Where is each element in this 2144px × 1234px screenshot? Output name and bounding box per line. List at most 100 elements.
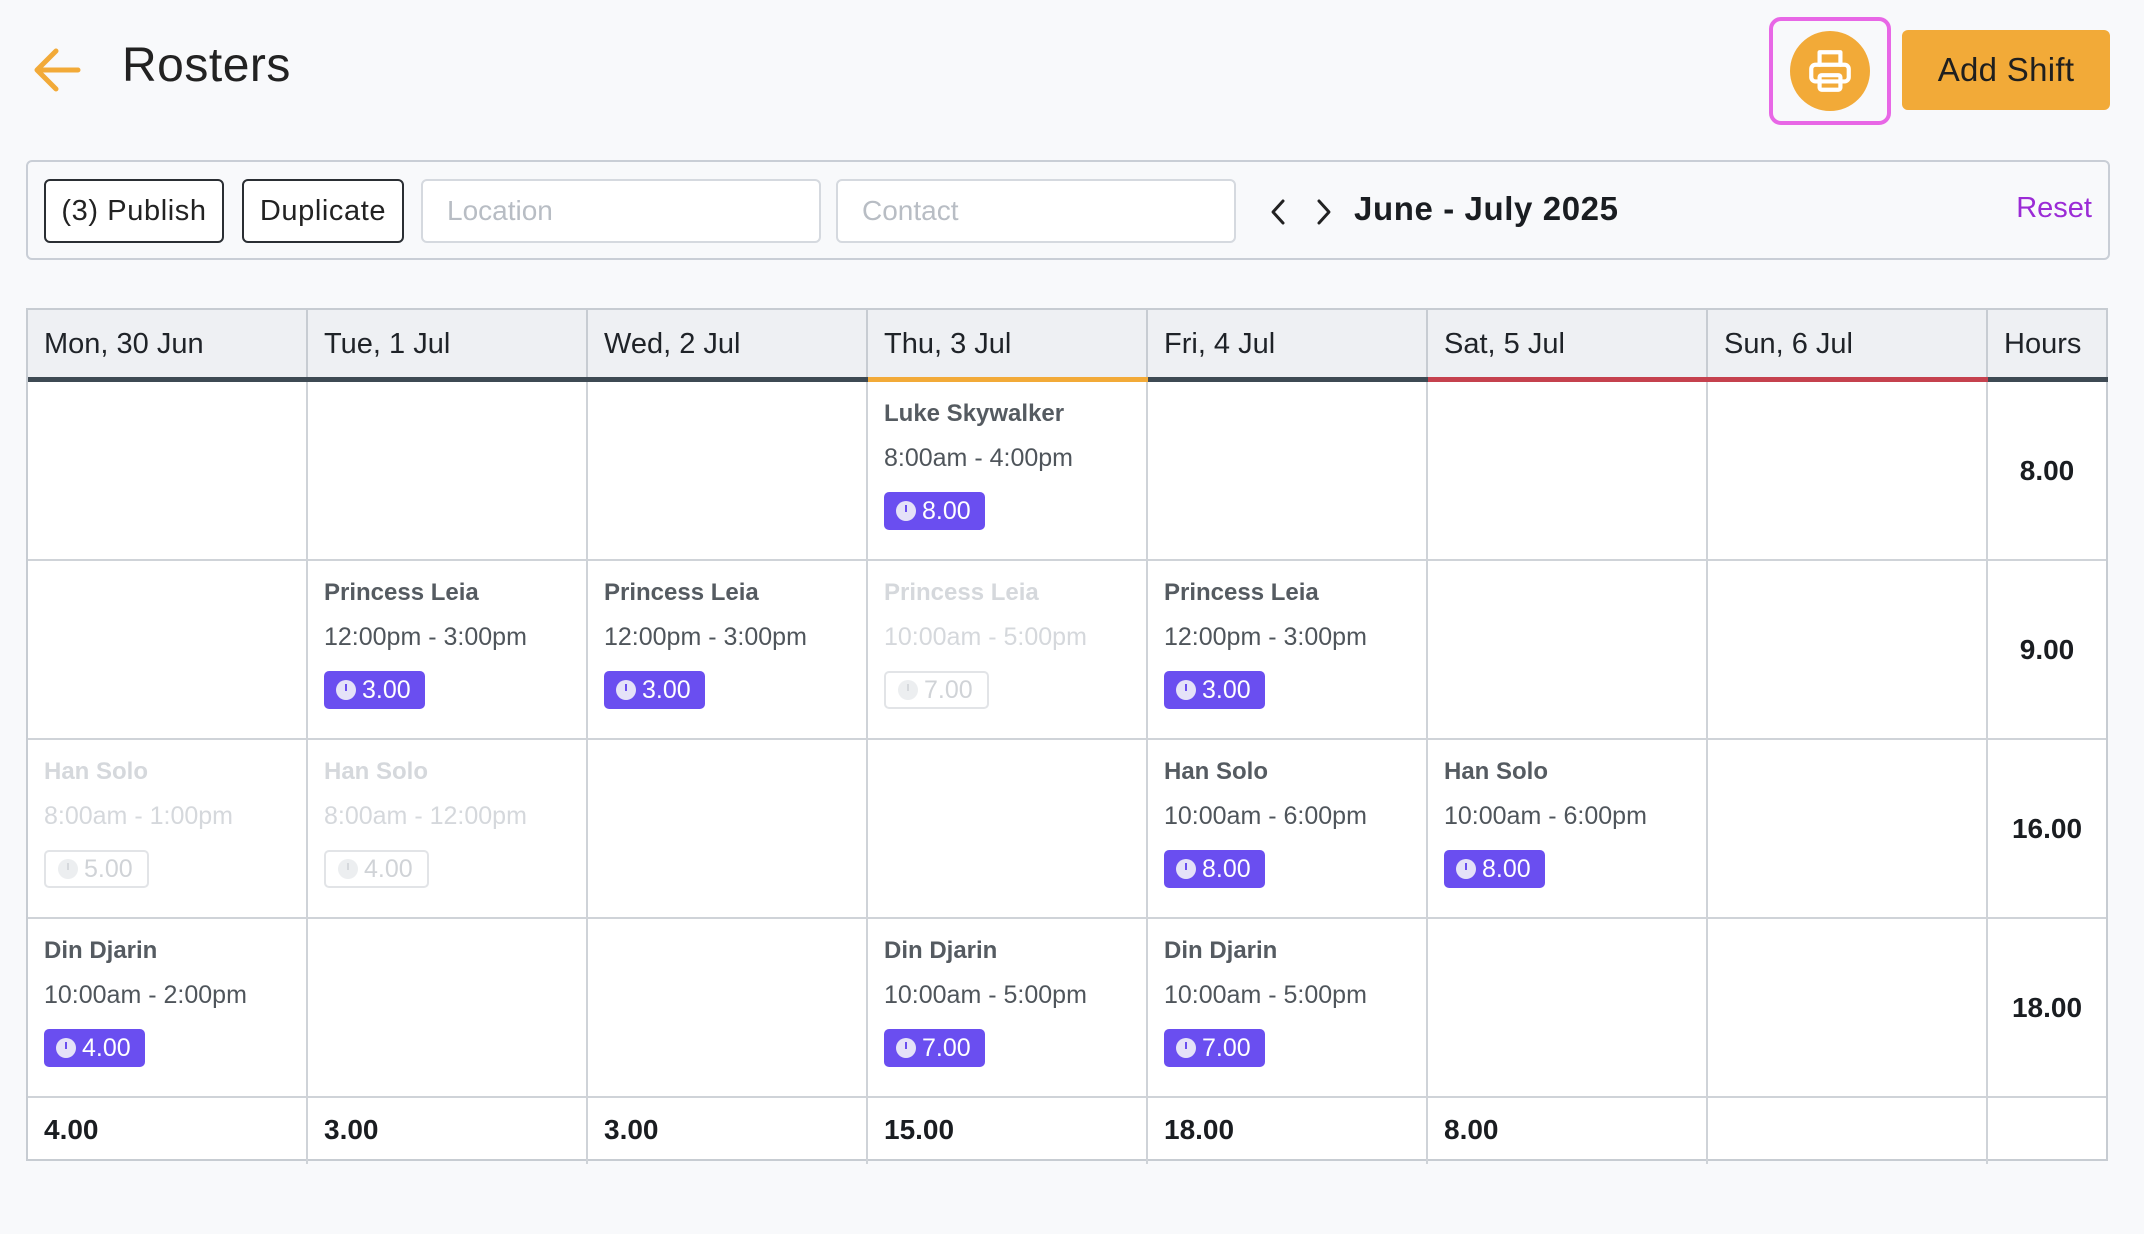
shift-hours-badge: 8.00 [1164,850,1265,888]
previous-icon[interactable] [1260,192,1296,232]
shift-employee-name: Din Djarin [44,937,158,964]
shift-employee-name: Han Solo [1164,758,1269,785]
empty-cell[interactable] [28,561,308,740]
row-hours-total: 16.00 [1988,740,2106,919]
clock-icon [898,680,918,700]
empty-cell[interactable] [28,382,308,561]
printer-icon [1809,50,1851,92]
clock-icon [896,501,916,521]
shift-hours-badge: 3.00 [324,671,425,709]
next-icon[interactable] [1306,192,1342,232]
shift-hours-value: 3.00 [642,676,691,704]
duplicate-button[interactable]: Duplicate [242,179,404,243]
day-hours-total: 3.00 [308,1098,588,1164]
shift-employee-name: Princess Leia [604,579,759,606]
shift-employee-name: Luke Skywalker [884,400,1065,427]
shift-hours-value: 3.00 [362,676,411,704]
shift-time: 10:00am - 6:00pm [1164,802,1367,830]
clock-icon [58,859,78,879]
day-header-label: Sun, 6 Jul [1724,328,1853,360]
empty-cell[interactable] [588,740,868,919]
shift-hours-badge: 3.00 [1164,671,1265,709]
empty-cell[interactable] [1708,919,1988,1098]
empty-cell[interactable] [1708,382,1988,561]
shift-cell[interactable]: Han Solo 10:00am - 6:00pm 8.00 [1428,740,1708,919]
empty-cell[interactable] [588,382,868,561]
day-header: Tue, 1 Jul [308,310,588,382]
shift-hours-value: 8.00 [1482,855,1531,883]
day-header: Thu, 3 Jul [868,310,1148,382]
shift-cell[interactable]: Princess Leia 12:00pm - 3:00pm 3.00 [308,561,588,740]
shift-cell[interactable]: Han Solo 8:00am - 12:00pm 4.00 [308,740,588,919]
shift-employee-name: Princess Leia [1164,579,1319,606]
shift-cell[interactable]: Princess Leia 10:00am - 5:00pm 7.00 [868,561,1148,740]
publish-button[interactable]: (3) Publish [44,179,224,243]
day-hours-total: 15.00 [868,1098,1148,1164]
empty-cell[interactable] [1428,382,1708,561]
shift-employee-name: Din Djarin [884,937,998,964]
empty-cell[interactable] [1148,382,1428,561]
empty-cell[interactable] [1708,740,1988,919]
empty-cell[interactable] [588,919,868,1098]
shift-hours-value: 7.00 [922,1034,971,1062]
shift-cell[interactable]: Din Djarin 10:00am - 5:00pm 7.00 [868,919,1148,1098]
shift-cell[interactable]: Han Solo 8:00am - 1:00pm 5.00 [28,740,308,919]
day-hours-total [1708,1098,1988,1164]
shift-cell[interactable]: Han Solo 10:00am - 6:00pm 8.00 [1148,740,1428,919]
reset-link[interactable]: Reset [2016,192,2092,225]
shift-cell[interactable]: Princess Leia 12:00pm - 3:00pm 3.00 [1148,561,1428,740]
day-hours-total: 3.00 [588,1098,868,1164]
back-arrow-icon[interactable] [30,44,86,96]
clock-icon [896,1038,916,1058]
shift-time: 10:00am - 5:00pm [884,981,1087,1009]
shift-time: 10:00am - 2:00pm [44,981,247,1009]
shift-hours-value: 8.00 [1202,855,1251,883]
shift-cell[interactable]: Luke Skywalker 8:00am - 4:00pm 8.00 [868,382,1148,561]
empty-cell[interactable] [1428,919,1708,1098]
shift-cell[interactable]: Princess Leia 12:00pm - 3:00pm 3.00 [588,561,868,740]
shift-cell[interactable]: Din Djarin 10:00am - 2:00pm 4.00 [28,919,308,1098]
clock-icon [56,1038,76,1058]
day-hours-total: 18.00 [1148,1098,1428,1164]
shift-employee-name: Han Solo [1444,758,1549,785]
shift-hours-badge: 4.00 [324,850,429,888]
location-input[interactable] [421,179,821,243]
day-header-label: Thu, 3 Jul [884,328,1012,360]
shift-hours-badge: 8.00 [1444,850,1545,888]
shift-employee-name: Han Solo [44,758,149,785]
shift-time: 12:00pm - 3:00pm [324,623,527,651]
hours-header-label: Hours [2004,328,2082,360]
row-hours-total: 18.00 [1988,919,2106,1098]
page-title: Rosters [122,39,291,92]
shift-time: 12:00pm - 3:00pm [604,623,807,651]
shift-time: 10:00am - 5:00pm [884,623,1087,651]
shift-time: 8:00am - 4:00pm [884,444,1073,472]
grid-header-row: Mon, 30 Jun Tue, 1 Jul Wed, 2 Jul Thu, 3 Ju… [28,310,2108,382]
shift-time: 8:00am - 12:00pm [324,802,527,830]
day-hours-total: 8.00 [1428,1098,1708,1164]
empty-cell[interactable] [1428,561,1708,740]
shift-hours-value: 5.00 [84,855,133,883]
clock-icon [1176,680,1196,700]
print-button[interactable] [1790,31,1870,111]
shift-employee-name: Han Solo [324,758,429,785]
shift-time: 8:00am - 1:00pm [44,802,233,830]
shift-cell[interactable]: Din Djarin 10:00am - 5:00pm 7.00 [1148,919,1428,1098]
shift-hours-value: 7.00 [1202,1034,1251,1062]
shift-hours-value: 7.00 [924,676,973,704]
add-shift-button[interactable]: Add Shift [1902,30,2110,110]
empty-cell[interactable] [308,382,588,561]
empty-cell[interactable] [868,740,1148,919]
filter-toolbar: (3) Publish Duplicate June - July 2025 R… [26,160,2110,260]
day-header-label: Mon, 30 Jun [44,328,204,360]
contact-input[interactable] [836,179,1236,243]
empty-cell[interactable] [308,919,588,1098]
clock-icon [1176,859,1196,879]
empty-cell[interactable] [1708,561,1988,740]
day-header: Fri, 4 Jul [1148,310,1428,382]
shift-hours-badge: 7.00 [884,1029,985,1067]
day-header: Sun, 6 Jul [1708,310,1988,382]
day-header-label: Sat, 5 Jul [1444,328,1565,360]
roster-grid: Mon, 30 Jun Tue, 1 Jul Wed, 2 Jul Thu, 3 Ju… [26,308,2108,1164]
shift-hours-badge: 7.00 [1164,1029,1265,1067]
